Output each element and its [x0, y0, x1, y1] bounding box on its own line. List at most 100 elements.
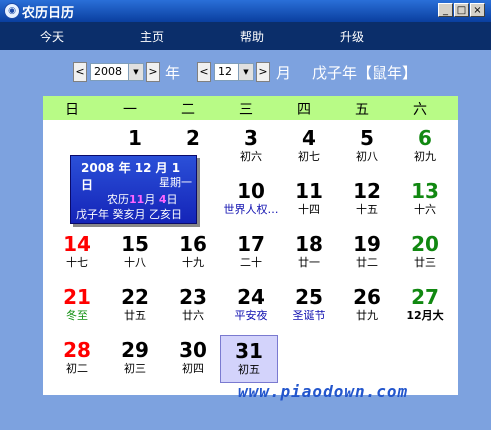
day-cell[interactable]: 21 冬至: [48, 282, 106, 330]
window-title: 农历日历: [22, 6, 75, 21]
lunar-label: 初七: [298, 150, 320, 163]
day-number: 16: [179, 232, 207, 256]
day-cell[interactable]: 26 廿九: [338, 282, 396, 330]
lunar-label: 廿五: [124, 309, 146, 322]
tooltip-lunar-month: 11: [129, 193, 145, 206]
next-year-button[interactable]: >: [146, 62, 160, 82]
month-value: 12: [218, 65, 232, 78]
day-cell[interactable]: 4 初七: [280, 123, 338, 171]
day-cell[interactable]: 6 初九: [396, 123, 454, 171]
day-cell[interactable]: 23 廿六: [164, 282, 222, 330]
lunar-label: 二十: [240, 256, 262, 269]
lunar-label: 十八: [124, 256, 146, 269]
day-cell[interactable]: 18 廿一: [280, 229, 338, 277]
close-button[interactable]: ×: [470, 3, 485, 17]
next-month-button[interactable]: >: [256, 62, 270, 82]
day-cell[interactable]: 20 廿三: [396, 229, 454, 277]
day-cell[interactable]: 19 廿二: [338, 229, 396, 277]
lunar-label: 廿二: [356, 256, 378, 269]
day-cell[interactable]: 10 世界人权…: [222, 176, 280, 224]
weekday-label: 日: [65, 102, 79, 118]
day-cell[interactable]: 16 十九: [164, 229, 222, 277]
day-number: 20: [411, 232, 439, 256]
weekday-label: 五: [355, 102, 369, 118]
day-cell[interactable]: 12 十五: [338, 176, 396, 224]
day-number: 14: [63, 232, 91, 256]
day-number: 11: [295, 179, 323, 203]
day-number: 25: [295, 285, 323, 309]
lunar-label: 十七: [66, 256, 88, 269]
tooltip-lunar-prefix: 农历: [107, 193, 129, 206]
tooltip-lunar-mid: 月: [144, 193, 156, 206]
date-tooltip: 2008 年 12 月 1 日 星期一 农历11月 4日 戊子年 癸亥月 乙亥日: [70, 155, 197, 224]
menu-upgrade[interactable]: 升级: [340, 28, 364, 45]
prev-year-button[interactable]: <: [73, 62, 87, 82]
maximize-button[interactable]: □: [454, 3, 469, 17]
lunar-label: 初八: [356, 150, 378, 163]
weekday-header: 日 一 二 三 四 五 六: [43, 96, 458, 120]
day-cell[interactable]: 29 初三: [106, 335, 164, 383]
prev-month-button[interactable]: <: [197, 62, 211, 82]
tooltip-lunar-suffix: 日: [166, 193, 178, 206]
day-number: 29: [121, 338, 149, 362]
day-cell[interactable]: 27 12月大: [396, 282, 454, 330]
day-number: 15: [121, 232, 149, 256]
day-number: 23: [179, 285, 207, 309]
day-number: 5: [360, 126, 374, 150]
watermark: www.piaodown.com: [238, 382, 409, 401]
day-number: 22: [121, 285, 149, 309]
day-number: 4: [302, 126, 316, 150]
day-cell[interactable]: 24 平安夜: [222, 282, 280, 330]
lunar-label: 廿一: [298, 256, 320, 269]
day-number: 31: [235, 339, 263, 363]
lunar-label: 十九: [182, 256, 204, 269]
day-cell[interactable]: 11 十四: [280, 176, 338, 224]
day-number: 30: [179, 338, 207, 362]
day-number: 2: [186, 126, 200, 150]
day-number: 18: [295, 232, 323, 256]
minimize-button[interactable]: _: [438, 3, 453, 17]
title-bar[interactable]: ◉ 农历日历 _ □ ×: [0, 0, 491, 22]
day-cell[interactable]: 17 二十: [222, 229, 280, 277]
weekday-label: 四: [297, 102, 311, 118]
day-cell[interactable]: 30 初四: [164, 335, 222, 383]
year-value: 2008: [94, 65, 122, 78]
lunar-label: 初二: [66, 362, 88, 375]
day-cell[interactable]: 13 十六: [396, 176, 454, 224]
day-cell[interactable]: 15 十八: [106, 229, 164, 277]
lunar-label: 世界人权…: [223, 203, 279, 216]
menu-help[interactable]: 帮助: [240, 28, 264, 45]
day-number: 26: [353, 285, 381, 309]
tooltip-ganzhi: 戊子年 癸亥月 乙亥日: [76, 208, 182, 221]
tooltip-weekday: 星期一: [159, 176, 192, 189]
day-cell[interactable]: 14 十七: [48, 229, 106, 277]
lunar-label: 十六: [414, 203, 436, 216]
lunar-label: 圣诞节: [292, 309, 326, 322]
day-cell[interactable]: 5 初八: [338, 123, 396, 171]
lunar-label: 初五: [238, 363, 260, 376]
lunar-label: 平安夜: [234, 309, 268, 322]
day-number: 10: [237, 179, 265, 203]
lunar-label: 12月大: [406, 309, 444, 322]
weekday-label: 三: [239, 102, 253, 118]
day-number: 28: [63, 338, 91, 362]
year-select[interactable]: 2008 ▼: [90, 63, 144, 81]
day-cell[interactable]: 22 廿五: [106, 282, 164, 330]
day-cell[interactable]: 25 圣诞节: [280, 282, 338, 330]
day-cell[interactable]: 3 初六: [222, 123, 280, 171]
day-number: 21: [63, 285, 91, 309]
menu-home[interactable]: 主页: [140, 28, 164, 45]
lunar-label: 初九: [414, 150, 436, 163]
menu-today[interactable]: 今天: [40, 28, 64, 45]
weekday-label: 六: [413, 102, 427, 118]
lunar-label: 初三: [124, 362, 146, 375]
day-cell[interactable]: 31 初五: [220, 335, 278, 383]
month-select[interactable]: 12 ▼: [214, 63, 254, 81]
month-unit-label: 月: [276, 64, 292, 82]
weekday-label: 一: [123, 102, 137, 118]
lunar-label: 初六: [240, 150, 262, 163]
lunar-label: 廿三: [414, 256, 436, 269]
menu-bar: 今天 主页 帮助 升级: [0, 22, 491, 50]
chevron-down-icon: ▼: [238, 64, 253, 80]
day-cell[interactable]: 28 初二: [48, 335, 106, 383]
